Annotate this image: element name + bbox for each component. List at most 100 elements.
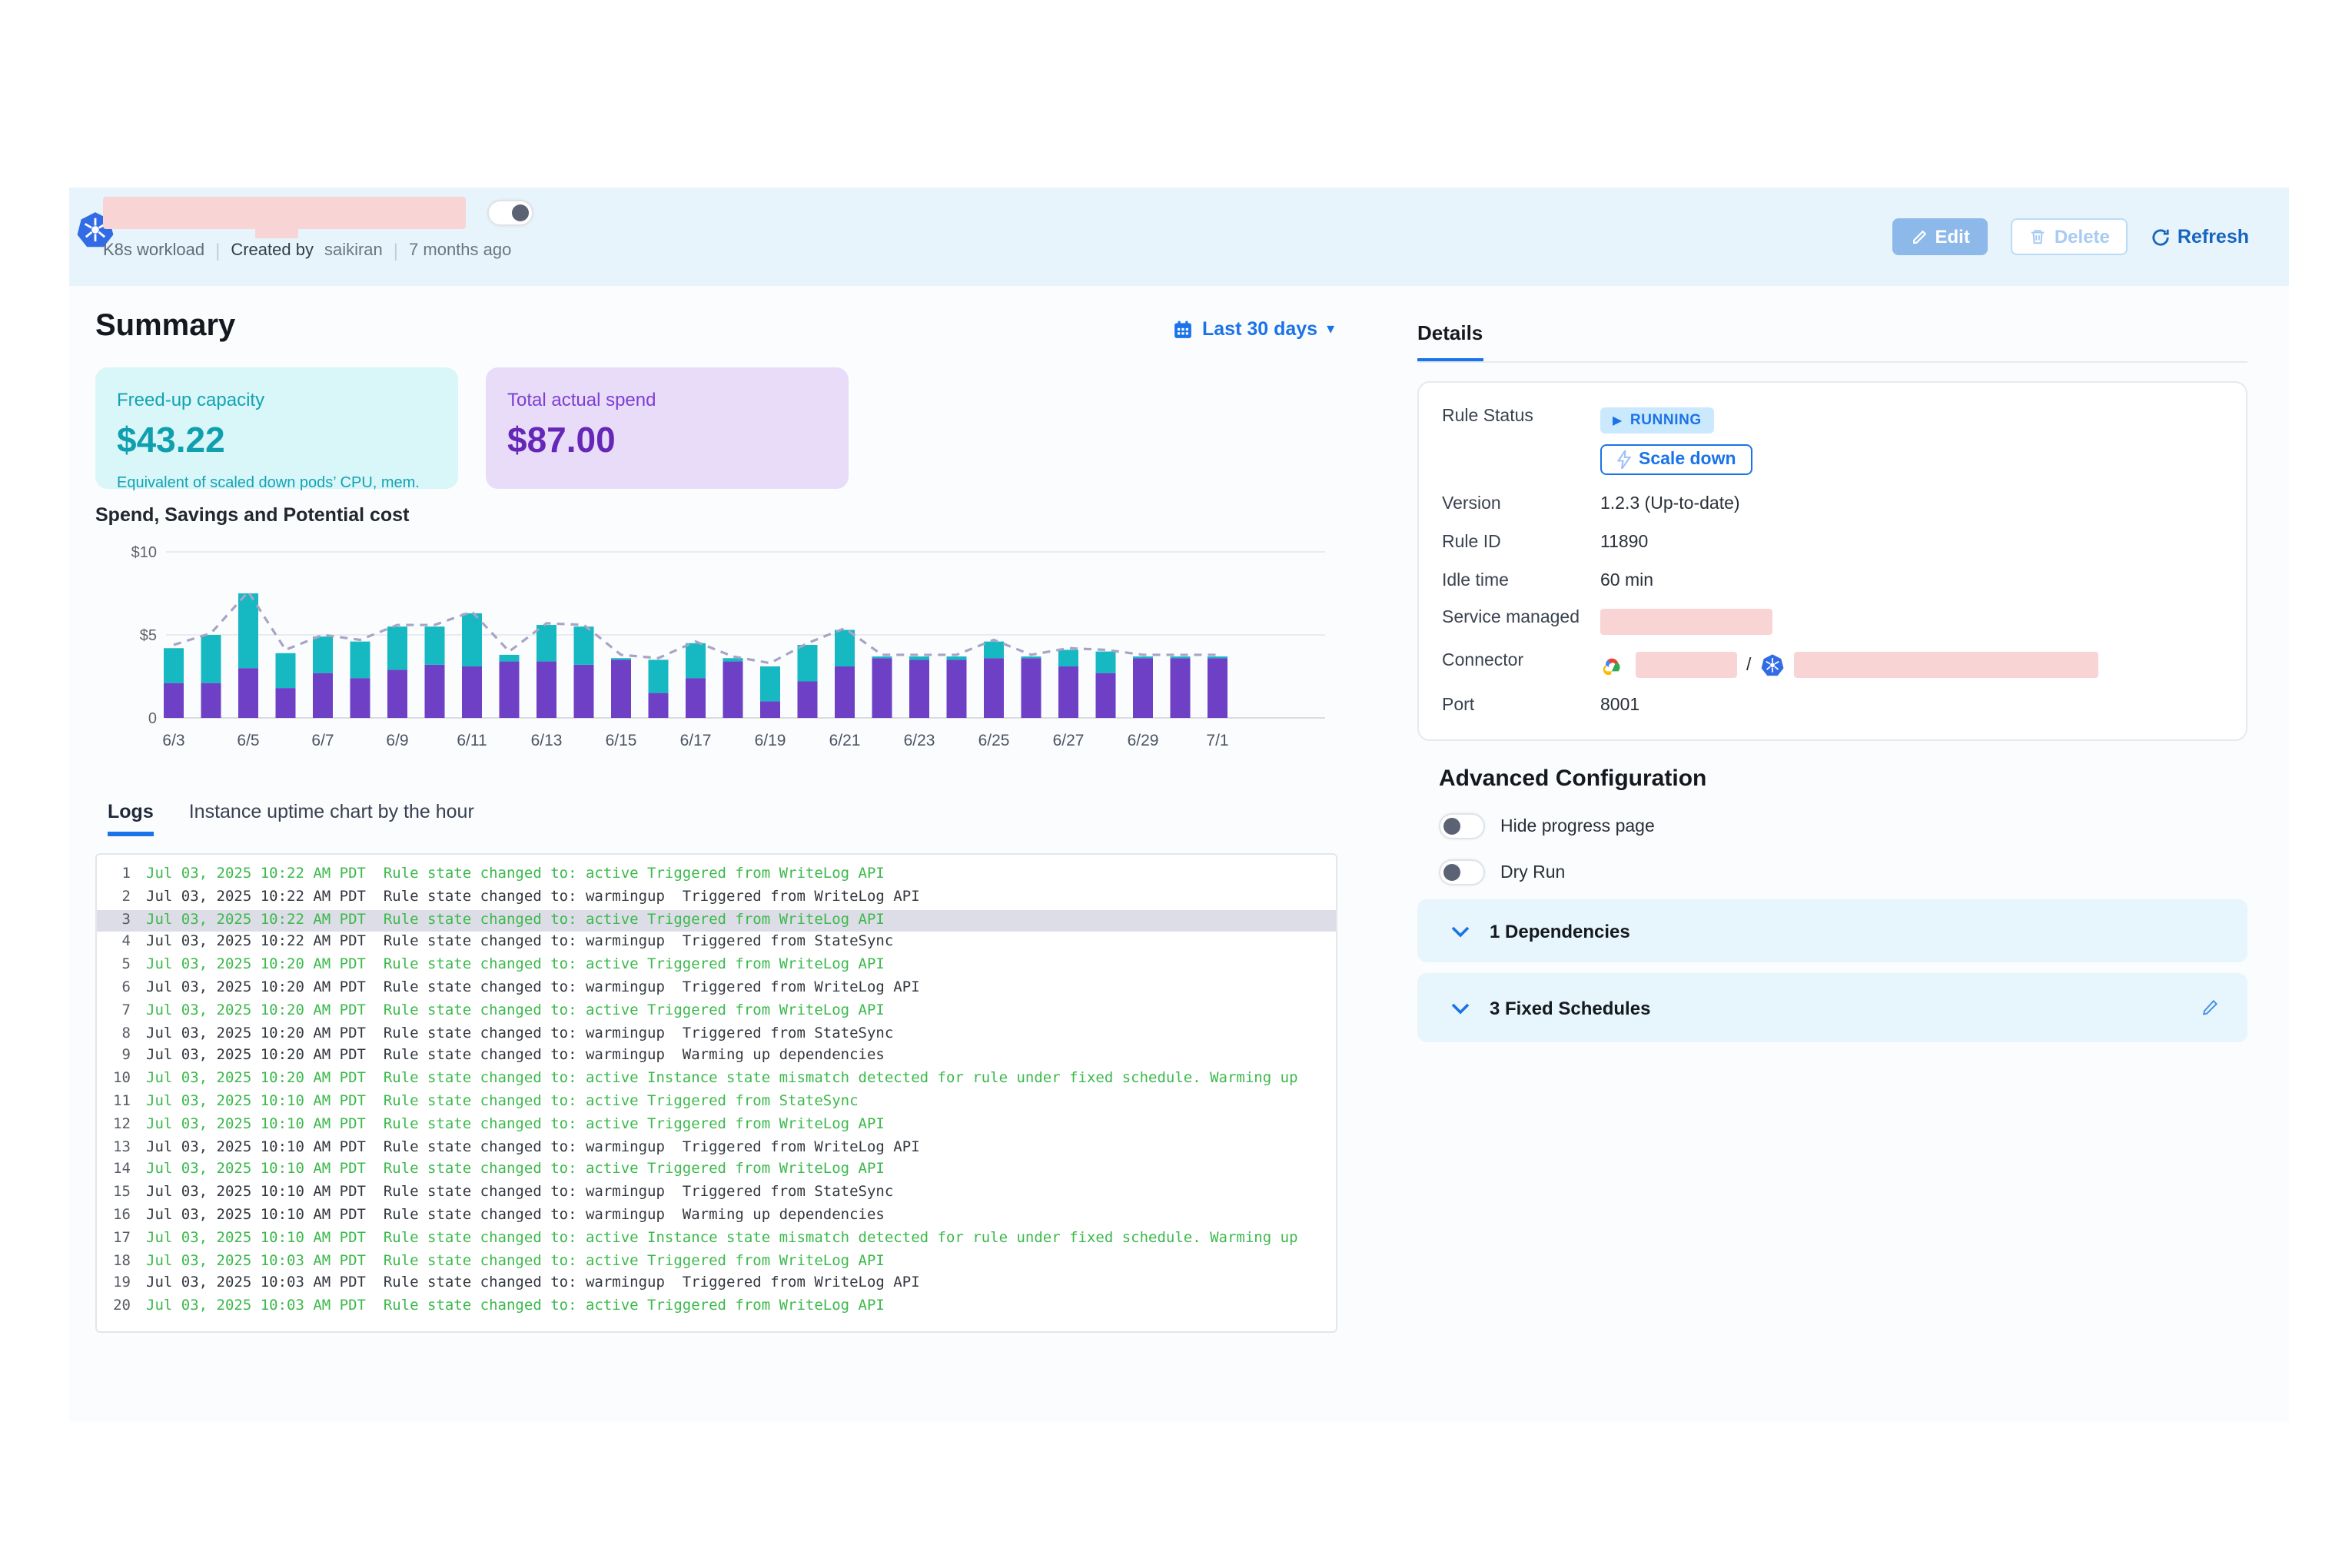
bar-spend[interactable] — [1022, 658, 1041, 718]
log-row[interactable]: 14Jul 03, 2025 10:10 AM PDT Rule state c… — [97, 1160, 1336, 1183]
bar-savings[interactable] — [611, 658, 631, 659]
log-row[interactable]: 19Jul 03, 2025 10:03 AM PDT Rule state c… — [97, 1274, 1336, 1297]
log-tabs: Logs Instance uptime chart by the hour — [108, 801, 474, 836]
bar-spend[interactable] — [201, 683, 221, 718]
bar-savings[interactable] — [984, 642, 1004, 659]
log-row[interactable]: 8Jul 03, 2025 10:20 AM PDT Rule state ch… — [97, 1023, 1336, 1046]
log-row[interactable]: 9Jul 03, 2025 10:20 AM PDT Rule state ch… — [97, 1046, 1336, 1069]
bar-savings[interactable] — [649, 659, 669, 693]
bar-spend[interactable] — [1133, 658, 1153, 718]
bar-savings[interactable] — [1022, 656, 1041, 658]
bar-spend[interactable] — [649, 693, 669, 718]
bar-spend[interactable] — [537, 662, 556, 718]
log-row[interactable]: 11Jul 03, 2025 10:10 AM PDT Rule state c… — [97, 1091, 1336, 1115]
bar-savings[interactable] — [425, 626, 445, 665]
bar-savings[interactable] — [1058, 649, 1078, 666]
bar-savings[interactable] — [238, 593, 258, 668]
bar-savings[interactable] — [462, 613, 482, 666]
chevron-down-icon[interactable] — [1451, 925, 1470, 937]
bar-savings[interactable] — [500, 655, 520, 662]
log-row[interactable]: 4Jul 03, 2025 10:22 AM PDT Rule state ch… — [97, 932, 1336, 955]
log-line-number: 3 — [97, 909, 131, 932]
bar-spend[interactable] — [425, 665, 445, 718]
bar-spend[interactable] — [1208, 658, 1227, 718]
bar-savings[interactable] — [947, 656, 967, 659]
log-viewer[interactable]: 1Jul 03, 2025 10:22 AM PDT Rule state ch… — [95, 853, 1337, 1333]
bar-savings[interactable] — [835, 630, 855, 667]
bar-spend[interactable] — [723, 662, 743, 718]
bar-spend[interactable] — [686, 678, 706, 718]
bar-savings[interactable] — [686, 643, 706, 678]
bar-spend[interactable] — [872, 658, 892, 718]
bar-savings[interactable] — [872, 656, 892, 658]
bar-spend[interactable] — [611, 659, 631, 718]
log-row[interactable]: 6Jul 03, 2025 10:20 AM PDT Rule state ch… — [97, 978, 1336, 1001]
bar-savings[interactable] — [1171, 656, 1191, 658]
hide-progress-page-toggle[interactable] — [1439, 813, 1485, 839]
bar-spend[interactable] — [947, 659, 967, 718]
tab-details[interactable]: Details — [1417, 321, 1483, 361]
bar-savings[interactable] — [798, 645, 818, 682]
bar-spend[interactable] — [574, 665, 594, 718]
tab-instance-uptime[interactable]: Instance uptime chart by the hour — [189, 801, 474, 836]
bar-spend[interactable] — [798, 681, 818, 718]
log-line-number: 1 — [97, 864, 131, 887]
dependencies-panel[interactable]: 1 Dependencies — [1417, 899, 2247, 962]
bar-spend[interactable] — [909, 659, 929, 718]
bar-savings[interactable] — [760, 666, 780, 701]
bar-savings[interactable] — [387, 626, 407, 669]
log-row[interactable]: 1Jul 03, 2025 10:22 AM PDT Rule state ch… — [97, 864, 1336, 887]
log-row[interactable]: 17Jul 03, 2025 10:10 AM PDT Rule state c… — [97, 1228, 1336, 1251]
refresh-button[interactable]: Refresh — [2151, 226, 2249, 247]
bar-savings[interactable] — [909, 656, 929, 659]
bar-savings[interactable] — [1133, 656, 1153, 658]
log-row[interactable]: 15Jul 03, 2025 10:10 AM PDT Rule state c… — [97, 1182, 1336, 1205]
bar-savings[interactable] — [276, 653, 296, 688]
bar-spend[interactable] — [313, 673, 333, 718]
rule-enabled-toggle[interactable] — [487, 200, 533, 226]
bar-savings[interactable] — [1208, 656, 1227, 658]
fixed-schedules-panel[interactable]: 3 Fixed Schedules — [1417, 973, 2247, 1042]
log-row[interactable]: 3Jul 03, 2025 10:22 AM PDT Rule state ch… — [97, 909, 1336, 932]
tab-logs[interactable]: Logs — [108, 801, 154, 836]
scale-down-button[interactable]: Scale down — [1600, 444, 1753, 475]
bar-spend[interactable] — [164, 683, 184, 718]
bar-spend[interactable] — [238, 668, 258, 718]
log-row[interactable]: 10Jul 03, 2025 10:20 AM PDT Rule state c… — [97, 1068, 1336, 1091]
bar-spend[interactable] — [1171, 658, 1191, 718]
log-row[interactable]: 20Jul 03, 2025 10:03 AM PDT Rule state c… — [97, 1296, 1336, 1319]
bar-savings[interactable] — [574, 626, 594, 665]
bar-savings[interactable] — [350, 642, 370, 679]
delete-button[interactable]: Delete — [2011, 218, 2128, 255]
log-row[interactable]: 18Jul 03, 2025 10:03 AM PDT Rule state c… — [97, 1251, 1336, 1274]
bar-savings[interactable] — [1096, 652, 1116, 673]
edit-schedules-pencil-icon[interactable] — [2200, 998, 2220, 1018]
bar-savings[interactable] — [313, 636, 333, 673]
chevron-down-icon[interactable] — [1451, 1002, 1470, 1014]
bar-spend[interactable] — [760, 701, 780, 718]
date-range-dropdown[interactable]: Last 30 days ▾ — [1173, 318, 1334, 340]
bar-savings[interactable] — [164, 648, 184, 683]
bar-spend[interactable] — [835, 666, 855, 718]
bar-spend[interactable] — [984, 658, 1004, 718]
log-row[interactable]: 5Jul 03, 2025 10:20 AM PDT Rule state ch… — [97, 955, 1336, 978]
log-row[interactable]: 16Jul 03, 2025 10:10 AM PDT Rule state c… — [97, 1205, 1336, 1228]
bar-spend[interactable] — [350, 678, 370, 718]
bar-spend[interactable] — [1096, 673, 1116, 718]
edit-button[interactable]: Edit — [1892, 218, 1988, 255]
y-axis-tick: $5 — [140, 627, 157, 644]
log-row[interactable]: 13Jul 03, 2025 10:10 AM PDT Rule state c… — [97, 1137, 1336, 1160]
bar-spend[interactable] — [462, 666, 482, 718]
log-row[interactable]: 2Jul 03, 2025 10:22 AM PDT Rule state ch… — [97, 887, 1336, 910]
bar-spend[interactable] — [276, 688, 296, 718]
bar-spend[interactable] — [1058, 666, 1078, 718]
bar-savings[interactable] — [201, 635, 221, 683]
bar-spend[interactable] — [500, 662, 520, 718]
log-line-number: 8 — [97, 1023, 131, 1046]
bar-spend[interactable] — [387, 669, 407, 718]
log-row[interactable]: 12Jul 03, 2025 10:10 AM PDT Rule state c… — [97, 1115, 1336, 1138]
dry-run-toggle[interactable] — [1439, 859, 1485, 885]
log-row[interactable]: 7Jul 03, 2025 10:20 AM PDT Rule state ch… — [97, 1001, 1336, 1024]
bar-savings[interactable] — [537, 625, 556, 662]
kubernetes-icon — [1760, 653, 1785, 677]
